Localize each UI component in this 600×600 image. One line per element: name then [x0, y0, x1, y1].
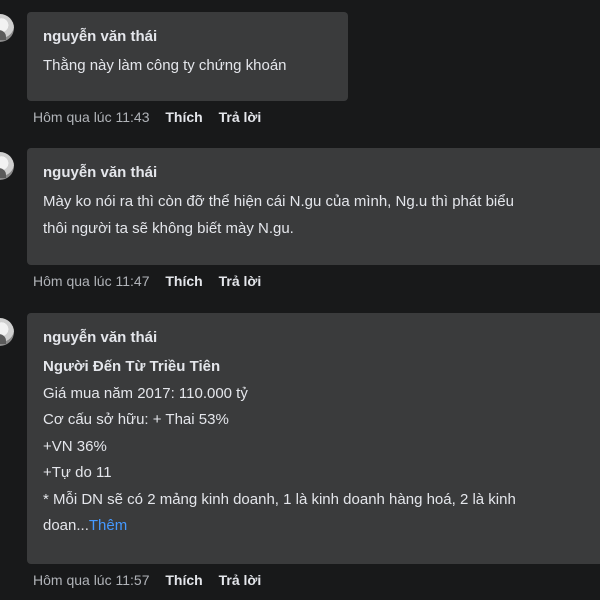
avatar[interactable]	[0, 152, 14, 180]
comment-text-line: * Mỗi DN sẽ có 2 mảng kinh doanh, 1 là k…	[43, 490, 516, 508]
like-button[interactable]: Thích	[165, 109, 202, 125]
comment-timestamp[interactable]: Hôm qua lúc 11:57	[33, 572, 149, 588]
see-more-link[interactable]: Thêm	[89, 517, 127, 534]
comment-author[interactable]: nguyễn văn thái	[43, 328, 600, 348]
comment-text-line: Cơ cấu sở hữu: + Thai 53%	[43, 411, 229, 428]
comment-text-line: +Tự do 11	[43, 464, 112, 481]
comment-thread: nguyễn văn thái Thằng này làm công ty ch…	[0, 0, 600, 600]
comment-text-fragment: doan...	[43, 517, 89, 534]
mentioned-name[interactable]: Người Đến Từ Triều Tiên	[43, 354, 600, 381]
comment-timestamp[interactable]: Hôm qua lúc 11:47	[33, 273, 149, 289]
like-button[interactable]: Thích	[165, 572, 202, 588]
like-button[interactable]: Thích	[165, 273, 202, 289]
reply-button[interactable]: Trả lời	[219, 109, 262, 125]
comment-text-line: doan...Thêm	[43, 513, 600, 540]
comment-bubble: nguyễn văn thái Người Đến Từ Triều Tiên …	[27, 313, 600, 564]
comment-timestamp[interactable]: Hôm qua lúc 11:43	[33, 109, 149, 125]
reply-button[interactable]: Trả lời	[219, 273, 262, 289]
avatar[interactable]	[0, 318, 14, 346]
comment-bubble: nguyễn văn thái Thằng này làm công ty ch…	[27, 12, 348, 101]
comment-text-line: Giá mua năm 2017: 110.000 tỷ	[43, 384, 248, 402]
comment-meta: Hôm qua lúc 11:57 Thích Trả lời	[33, 571, 273, 589]
comment-bubble: nguyễn văn thái Mày ko nói ra thì còn đỡ…	[27, 148, 600, 265]
comment-meta: Hôm qua lúc 11:43 Thích Trả lời	[33, 108, 273, 126]
comment-meta: Hôm qua lúc 11:47 Thích Trả lời	[33, 272, 273, 290]
comment-author[interactable]: nguyễn văn thái	[43, 163, 600, 183]
comment-text-line: Mày ko nói ra thì còn đỡ thể hiện cái N.…	[43, 193, 514, 210]
comment-text-line: thôi người ta sẽ không biết mày N.gu.	[43, 219, 294, 237]
comment-author[interactable]: nguyễn văn thái	[43, 27, 332, 47]
comment-text-line: +VN 36%	[43, 437, 107, 455]
avatar[interactable]	[0, 14, 14, 42]
comment-text-line: Thằng này làm công ty chứng khoán	[43, 57, 287, 74]
reply-button[interactable]: Trả lời	[219, 572, 262, 588]
